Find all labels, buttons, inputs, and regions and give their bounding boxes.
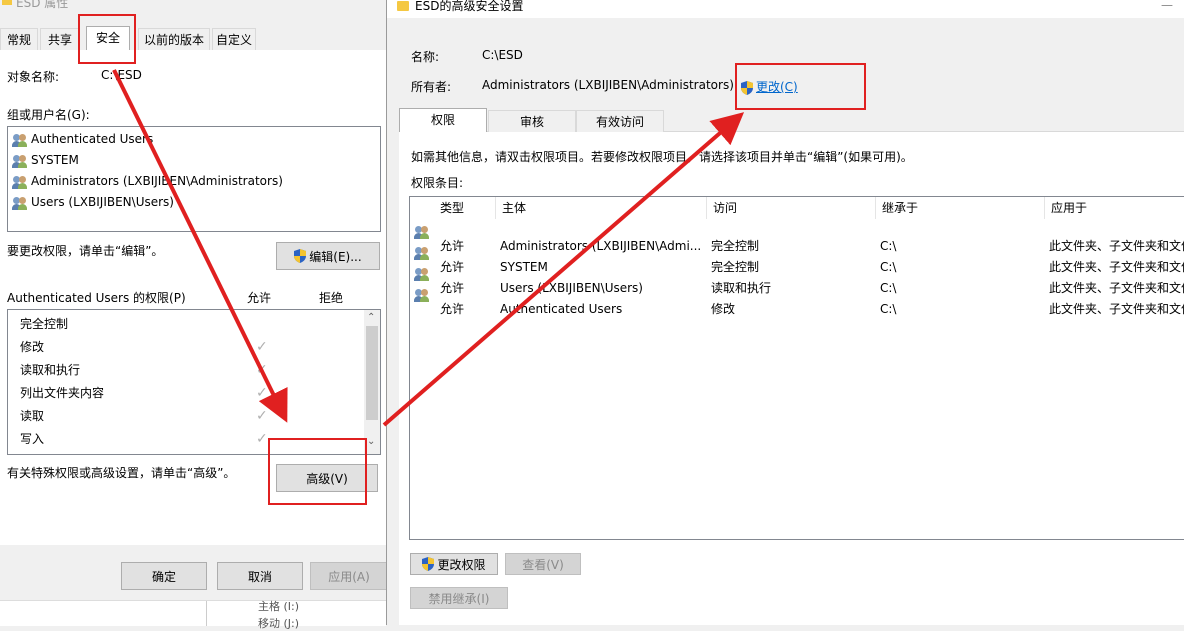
arrow-to-advanced	[112, 69, 288, 423]
arrow-to-change	[382, 112, 745, 427]
annotation-arrows	[112, 69, 745, 427]
